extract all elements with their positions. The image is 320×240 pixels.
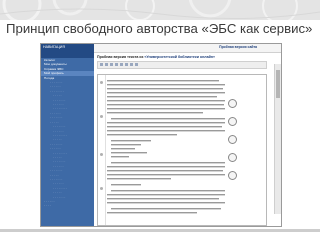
bookmark-icon[interactable]: [228, 135, 237, 144]
sidebar-title: НАВИГАЦИЯ: [41, 44, 94, 58]
page-text-block: [107, 80, 225, 214]
page-gutter: [98, 75, 106, 225]
decorative-header-band: [0, 0, 320, 20]
site-label: Пробная версия сайта: [219, 45, 257, 49]
sidebar-item[interactable]: · · · ·: [41, 203, 94, 207]
note-icon[interactable]: [228, 117, 237, 126]
document-heading-prefix: Пробная версия текста из: [97, 55, 144, 59]
document-viewer: Пробная версия текста из «Университетско…: [97, 54, 267, 226]
toolbar-icon[interactable]: [100, 63, 103, 66]
document-heading: Пробная версия текста из «Университетско…: [97, 54, 267, 60]
note-icon[interactable]: [228, 153, 237, 162]
scrollbar-thumb[interactable]: [276, 70, 280, 98]
gutter-marker-icon: [100, 153, 103, 156]
toolbar-icon[interactable]: [120, 63, 123, 66]
annotation-icons: [228, 99, 240, 189]
vertical-scrollbar[interactable]: [274, 64, 281, 214]
footer-rule: [0, 229, 320, 232]
viewer-toolbar: [97, 61, 267, 69]
document-heading-source[interactable]: «Университетской библиотеки онлайн»: [144, 55, 215, 59]
slide-title: Принцип свободного авторства «ЭБС как се…: [6, 21, 313, 36]
bookmark-icon[interactable]: [228, 171, 237, 180]
toolbar-icon[interactable]: [130, 63, 133, 66]
gutter-marker-icon: [100, 187, 103, 190]
bookmark-icon[interactable]: [228, 99, 237, 108]
toolbar-icon[interactable]: [125, 63, 128, 66]
navigation-sidebar: НАВИГАЦИЯ Каталог Мои документы Справка …: [41, 44, 94, 226]
presentation-slide: Принцип свободного авторства «ЭБС как се…: [0, 0, 320, 240]
document-page[interactable]: [97, 74, 267, 226]
toolbar-icon[interactable]: [135, 63, 138, 66]
gutter-marker-icon: [100, 81, 103, 84]
toolbar-icon[interactable]: [105, 63, 108, 66]
ebs-screenshot: НАВИГАЦИЯ Каталог Мои документы Справка …: [40, 43, 282, 227]
gutter-marker-icon: [100, 115, 103, 118]
toolbar-icon[interactable]: [115, 63, 118, 66]
toolbar-icon[interactable]: [110, 63, 113, 66]
top-bar: Пробная версия сайта: [94, 44, 281, 53]
